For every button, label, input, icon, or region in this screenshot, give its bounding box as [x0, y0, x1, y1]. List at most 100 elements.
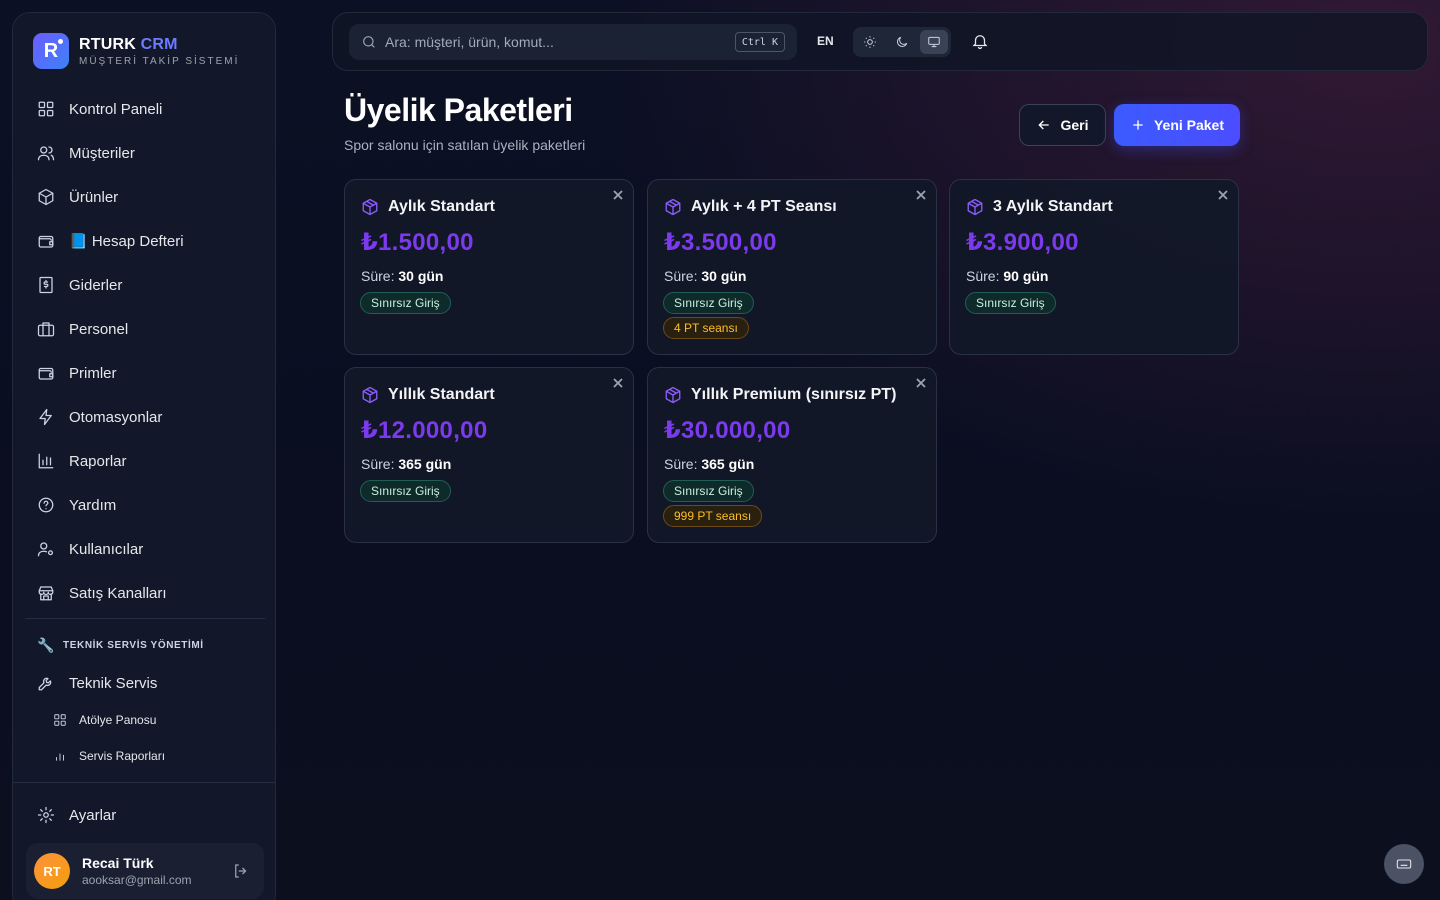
- sidebar-item-expenses[interactable]: Giderler: [25, 263, 265, 307]
- package-price: ₺3.900,00: [966, 229, 1079, 256]
- wallet-icon: [38, 367, 54, 380]
- sidebar-item-help[interactable]: Yardım: [25, 483, 265, 527]
- sidebar-item-ledger[interactable]: 📘 Hesap Defteri: [25, 219, 265, 263]
- brand[interactable]: R RTURK CRM MÜŞTERİ TAKİP SİSTEMİ: [33, 33, 239, 69]
- package-duration: Süre: 30 gün: [664, 268, 746, 284]
- sidebar-item-reports[interactable]: Raporlar: [25, 439, 265, 483]
- sidebar-item-customers[interactable]: Müşteriler: [25, 131, 265, 175]
- duration-value: 365 gün: [701, 456, 755, 472]
- theme-dark-button[interactable]: [888, 30, 916, 54]
- sidebar-subitem-label: Servis Raporları: [79, 749, 166, 763]
- package-icon: [665, 198, 681, 216]
- new-package-button[interactable]: Yeni Paket: [1114, 104, 1240, 146]
- pt-sessions-badge: 999 PT seansı: [663, 505, 763, 527]
- package-name: 3 Aylık Standart: [993, 198, 1113, 215]
- sidebar-item-products[interactable]: Ürünler: [25, 175, 265, 219]
- duration-prefix: Süre:: [361, 456, 395, 472]
- user-email: aooksar@gmail.com: [82, 873, 192, 887]
- help-icon: [38, 497, 54, 513]
- close-icon: [916, 378, 926, 388]
- package-card[interactable]: 3 Aylık Standart ₺3.900,00 Süre: 90 gün …: [949, 179, 1239, 355]
- pt-sessions-badge: 4 PT seansı: [663, 317, 749, 339]
- delete-package-button[interactable]: [1217, 188, 1229, 200]
- brand-name-accent: CRM: [140, 35, 178, 53]
- duration-prefix: Süre:: [664, 268, 698, 284]
- keyboard-shortcuts-button[interactable]: [1384, 844, 1424, 884]
- delete-package-button[interactable]: [612, 376, 624, 388]
- delete-package-button[interactable]: [612, 188, 624, 200]
- theme-light-button[interactable]: [856, 30, 884, 54]
- sidebar-item-automations[interactable]: Otomasyonlar: [25, 395, 265, 439]
- sidebar-subitem-service-reports[interactable]: Servis Raporları: [53, 744, 165, 768]
- delete-package-button[interactable]: [915, 376, 927, 388]
- close-icon: [613, 378, 623, 388]
- sidebar-item-bonuses[interactable]: Primler: [25, 351, 265, 395]
- sidebar-item-label: Ayarlar: [69, 806, 117, 824]
- package-name: Yıllık Standart: [388, 386, 495, 403]
- back-button[interactable]: Geri: [1019, 104, 1106, 146]
- receipt-icon: [39, 276, 53, 294]
- access-badge: Sınırsız Giriş: [663, 480, 754, 502]
- access-badge: Sınırsız Giriş: [360, 480, 451, 502]
- sidebar-item-users[interactable]: Kullanıcılar: [25, 527, 265, 571]
- package-card[interactable]: Aylık + 4 PT Seansı ₺3.500,00 Süre: 30 g…: [647, 179, 937, 355]
- sidebar-item-label: Personel: [69, 320, 129, 338]
- close-icon: [1218, 190, 1228, 200]
- close-icon: [916, 190, 926, 200]
- back-button-label: Geri: [1060, 117, 1089, 133]
- wallet-icon: [38, 235, 54, 248]
- notifications-button[interactable]: [971, 32, 989, 55]
- box-icon: [38, 188, 54, 206]
- theme-system-button[interactable]: [920, 30, 948, 54]
- duration-value: 30 gün: [398, 268, 444, 284]
- search-input[interactable]: [385, 34, 715, 50]
- package-card[interactable]: Aylık Standart ₺1.500,00 Süre: 30 gün Sı…: [344, 179, 634, 355]
- brand-subtitle: MÜŞTERİ TAKİP SİSTEMİ: [79, 55, 240, 67]
- user-card[interactable]: RT Recai Türk aooksar@gmail.com: [26, 843, 264, 899]
- monitor-icon: [928, 36, 940, 48]
- sidebar-item-sales-channels[interactable]: Satış Kanalları: [25, 571, 265, 615]
- sun-icon: [864, 36, 876, 48]
- sidebar-item-settings[interactable]: Ayarlar: [25, 793, 265, 837]
- sidebar-nav: Kontrol Paneli Müşteriler Ürünler 📘 Hesa…: [25, 87, 265, 615]
- package-icon: [665, 386, 681, 404]
- access-badge: Sınırsız Giriş: [965, 292, 1056, 314]
- language-toggle[interactable]: EN: [817, 34, 834, 48]
- package-icon: [362, 198, 378, 216]
- package-icon: [362, 386, 378, 404]
- sidebar-item-dashboard[interactable]: Kontrol Paneli: [25, 87, 265, 131]
- search-icon: [363, 36, 375, 48]
- bar-chart-icon: [56, 753, 64, 761]
- divider: [25, 618, 265, 619]
- bell-icon: [972, 35, 988, 50]
- access-badge: Sınırsız Giriş: [360, 292, 451, 314]
- logout-button[interactable]: [232, 862, 250, 885]
- package-card[interactable]: Yıllık Standart ₺12.000,00 Süre: 365 gün…: [344, 367, 634, 543]
- keyboard-icon: [1396, 859, 1412, 869]
- briefcase-icon: [37, 322, 55, 337]
- package-price: ₺30.000,00: [664, 417, 791, 444]
- user-cog-icon: [37, 542, 54, 557]
- package-price: ₺1.500,00: [361, 229, 474, 256]
- sidebar-item-label: Ürünler: [69, 188, 119, 206]
- delete-package-button[interactable]: [915, 188, 927, 200]
- sidebar-item-staff[interactable]: Personel: [25, 307, 265, 351]
- brand-logo: R: [33, 33, 69, 69]
- sidebar-subitem-workshop-board[interactable]: Atölye Panosu: [53, 708, 156, 732]
- bar-chart-icon: [38, 453, 54, 469]
- theme-switcher: [853, 27, 951, 57]
- search-box[interactable]: Ctrl K: [349, 24, 797, 60]
- users-icon: [37, 146, 55, 161]
- sidebar-subitem-label: Atölye Panosu: [79, 713, 157, 727]
- package-card[interactable]: Yıllık Premium (sınırsız PT) ₺30.000,00 …: [647, 367, 937, 543]
- duration-prefix: Süre:: [664, 456, 698, 472]
- package-icon: [967, 198, 983, 216]
- sidebar-item-label: Raporlar: [69, 452, 127, 470]
- sidebar-item-label: Kontrol Paneli: [69, 100, 163, 118]
- package-duration: Süre: 365 gün: [664, 456, 754, 472]
- duration-prefix: Süre:: [361, 268, 395, 284]
- shortcut-hint: Ctrl K: [734, 32, 785, 52]
- section-title-label: TEKNİK SERVİS YÖNETİMİ: [63, 640, 204, 651]
- sidebar-item-technical-service[interactable]: Teknik Servis: [25, 661, 265, 705]
- user-name: Recai Türk: [82, 855, 154, 871]
